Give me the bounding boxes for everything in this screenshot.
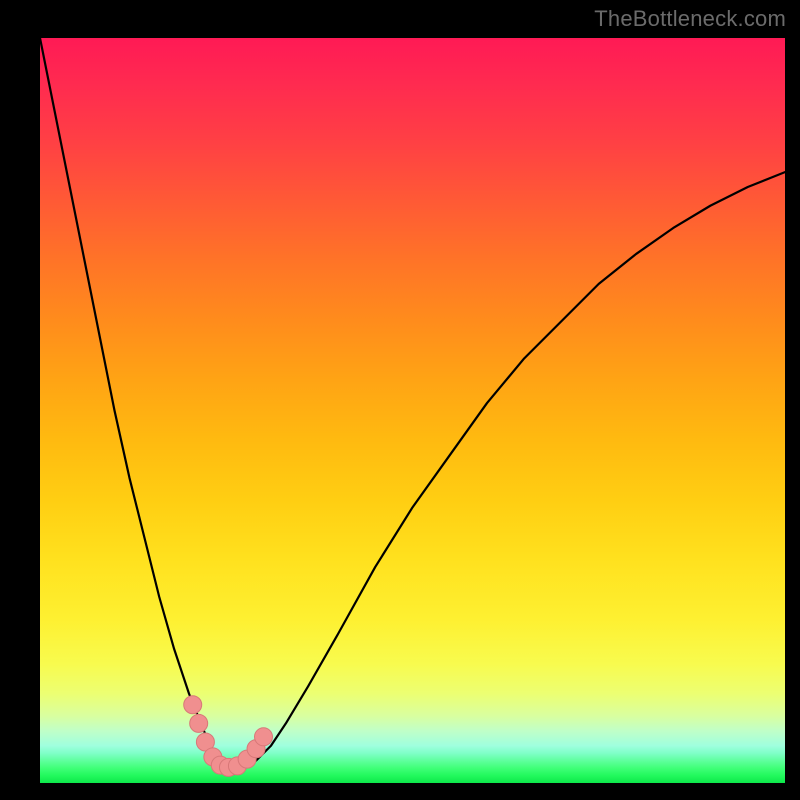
chart-frame: TheBottleneck.com (0, 0, 800, 800)
curve-layer (40, 38, 785, 783)
bottleneck-curve (40, 38, 785, 768)
plot-area (40, 38, 785, 783)
data-point-marker (184, 696, 202, 714)
watermark-label: TheBottleneck.com (594, 6, 786, 32)
data-point-marker (255, 728, 273, 746)
data-point-marker (190, 714, 208, 732)
